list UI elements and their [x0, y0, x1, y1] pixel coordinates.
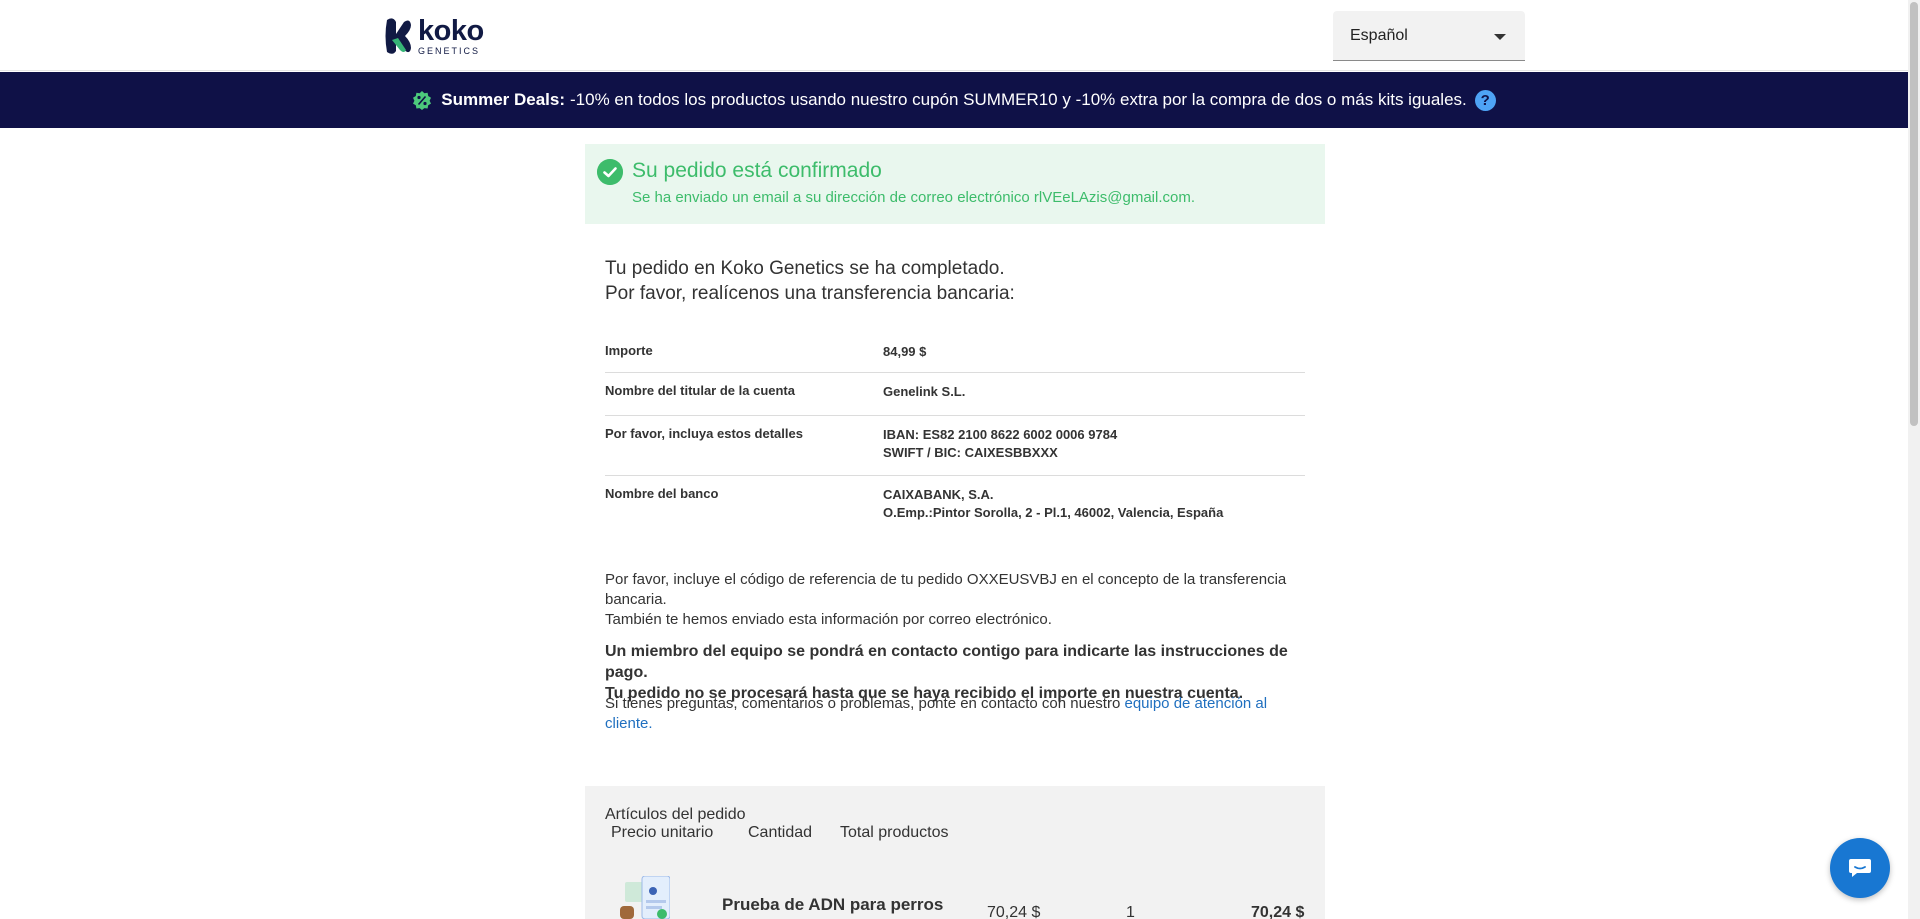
- product-image: [620, 876, 670, 919]
- order-items-panel: Artículos del pedido Precio unitario Can…: [585, 786, 1325, 919]
- chat-button[interactable]: [1830, 838, 1890, 898]
- bank-value: 84,99 $: [883, 343, 926, 372]
- amount-value: 84,99 $: [883, 344, 927, 359]
- help-icon[interactable]: ?: [1474, 89, 1496, 111]
- koko-logo[interactable]: koko GENETICS: [384, 16, 494, 56]
- order-confirmation-alert: Su pedido está confirmado Se ha enviado …: [585, 144, 1325, 224]
- iban-value: IBAN: ES82 2100 8622 6002 0006 9784: [883, 427, 1118, 442]
- bank-address-value: O.Emp.:Pintor Sorolla, 2 - Pl.1, 46002, …: [883, 505, 1224, 520]
- contact-text: Si tienes preguntas, comentarios o probl…: [605, 695, 1125, 712]
- bank-value: Genelink S.L.: [883, 383, 965, 415]
- bank-name-value: CAIXABANK, S.A.: [883, 487, 994, 502]
- order-intro: Tu pedido en Koko Genetics se ha complet…: [605, 256, 1325, 306]
- emailed-text: También te hemos enviado esta informació…: [605, 611, 1052, 628]
- top-header: koko GENETICS Español: [0, 0, 1908, 71]
- table-row: Nombre del titular de la cuenta Genelink…: [605, 373, 1305, 416]
- chevron-down-icon: [1494, 34, 1506, 40]
- col-total: Total productos: [840, 824, 949, 841]
- chat-icon: [1849, 859, 1871, 877]
- bank-value: CAIXABANK, S.A. O.Emp.:Pintor Sorolla, 2…: [883, 486, 1223, 534]
- bold-line-1: Un miembro del equipo se pondrá en conta…: [605, 643, 1288, 681]
- reference-text: Por favor, incluye el código de referenc…: [605, 571, 1287, 608]
- promo-banner: Summer Deals: -10% en todos los producto…: [0, 72, 1908, 128]
- bank-transfer-table: Importe 84,99 $ Nombre del titular de la…: [605, 333, 1305, 534]
- product-unit-price: 70,24 $: [987, 904, 1041, 919]
- product-total: 70,24 $: [1251, 904, 1305, 919]
- language-select-value: Español: [1350, 26, 1408, 44]
- page-scrollbar[interactable]: [1908, 0, 1920, 919]
- bank-label: Nombre del titular de la cuenta: [605, 383, 795, 398]
- logo-wordmark: koko: [418, 14, 484, 47]
- intro-line-1: Tu pedido en Koko Genetics se ha complet…: [605, 258, 1005, 279]
- product-name: Prueba de ADN para perros: [722, 895, 944, 914]
- col-quantity: Cantidad: [748, 824, 813, 841]
- check-circle-icon: [597, 159, 623, 185]
- product-quantity: 1: [1126, 904, 1135, 919]
- account-holder-value: Genelink S.L.: [883, 384, 966, 399]
- table-row: Nombre del banco CAIXABANK, S.A. O.Emp.:…: [605, 476, 1305, 534]
- reference-note: Por favor, incluye el código de referenc…: [605, 570, 1305, 630]
- swift-value: SWIFT / BIC: CAIXESBBXXX: [883, 445, 1058, 460]
- bank-label: Nombre del banco: [605, 486, 719, 501]
- language-select[interactable]: Español: [1333, 11, 1525, 61]
- bank-label: Importe: [605, 343, 653, 358]
- discount-badge-icon: [413, 91, 432, 110]
- col-unit-price: Precio unitario: [611, 824, 714, 841]
- confirmation-title: Su pedido está confirmado: [632, 159, 882, 182]
- confirmation-subtitle: Se ha enviado un email a su dirección de…: [632, 189, 1196, 206]
- bank-value: IBAN: ES82 2100 8622 6002 0006 9784 SWIF…: [883, 426, 1117, 475]
- table-row: Importe 84,99 $: [605, 333, 1305, 373]
- order-items-title: Artículos del pedido: [605, 806, 746, 823]
- bank-label: Por favor, incluya estos detalles: [605, 426, 803, 441]
- promo-text: -10% en todos los productos usando nuest…: [570, 90, 1467, 109]
- koko-logo-icon: [385, 18, 411, 54]
- intro-line-2: Por favor, realícenos una transferencia …: [605, 283, 1015, 304]
- contact-note: Si tienes preguntas, comentarios o probl…: [605, 694, 1305, 734]
- scrollbar-thumb[interactable]: [1910, 2, 1918, 426]
- promo-title: Summer Deals:: [441, 90, 566, 109]
- table-row: Por favor, incluya estos detalles IBAN: …: [605, 416, 1305, 476]
- logo-subtitle: GENETICS: [418, 45, 481, 56]
